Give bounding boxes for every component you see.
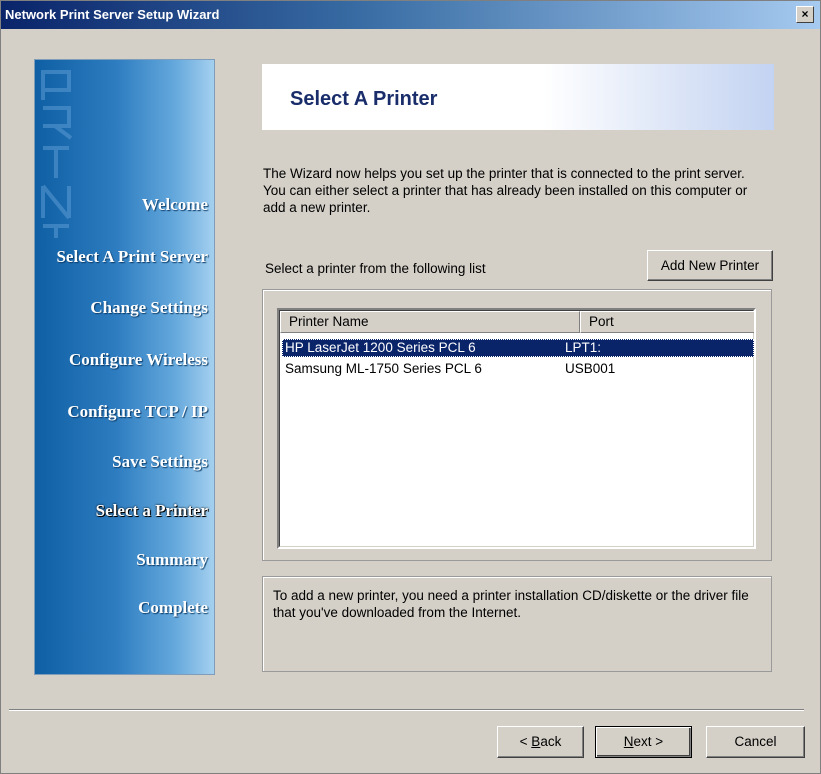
column-port[interactable]: Port xyxy=(580,311,754,333)
step-configure-tcpip: Configure TCP / IP xyxy=(67,402,208,421)
next-label-accesskey: N xyxy=(623,734,634,749)
step-select-printer: Select a Printer xyxy=(95,501,208,520)
printer-list-frame: Printer Name Port HP LaserJet 1200 Serie… xyxy=(279,310,754,547)
page-header: Select A Printer xyxy=(262,64,774,130)
printer-list-header: Printer Name Port xyxy=(280,311,754,333)
printer-name-cell: HP LaserJet 1200 Series PCL 6 xyxy=(285,340,476,355)
next-label-rest: ext > xyxy=(633,734,664,749)
printer-port-cell: USB001 xyxy=(565,361,616,376)
info-text: To add a new printer, you need a printer… xyxy=(273,588,749,620)
close-button[interactable]: × xyxy=(796,6,814,23)
step-change-settings: Change Settings xyxy=(90,298,208,317)
step-summary: Summary xyxy=(136,550,208,569)
page-title: Select A Printer xyxy=(290,88,438,110)
printer-name-cell: Samsung ML-1750 Series PCL 6 xyxy=(285,361,482,376)
step-configure-wireless: Configure Wireless xyxy=(69,350,208,369)
add-new-printer-button[interactable]: Add New Printer xyxy=(647,250,773,281)
next-button[interactable]: Next > xyxy=(595,726,692,758)
printer-list-label: Select a printer from the following list xyxy=(265,261,486,276)
step-select-print-server: Select A Print Server xyxy=(56,247,208,266)
wizard-steps-sidebar: Welcome Select A Print Server Change Set… xyxy=(34,59,215,675)
window-title: Network Print Server Setup Wizard xyxy=(5,7,220,22)
printer-row-samsung[interactable]: Samsung ML-1750 Series PCL 6 USB001 xyxy=(280,360,752,378)
back-label-prefix: < xyxy=(519,734,532,749)
step-complete: Complete xyxy=(138,598,208,617)
description-text: The Wizard now helps you set up the prin… xyxy=(263,166,748,215)
printer-port-cell: LPT1: xyxy=(565,340,602,355)
printer-row-hp[interactable]: HP LaserJet 1200 Series PCL 6 LPT1: xyxy=(282,339,754,357)
close-icon: × xyxy=(801,7,809,21)
back-label-rest: ack xyxy=(540,734,562,749)
step-welcome: Welcome xyxy=(141,195,208,214)
footer-separator xyxy=(9,709,804,711)
wizard-window: Network Print Server Setup Wizard × Welc… xyxy=(0,0,821,774)
back-button[interactable]: < Back xyxy=(497,726,584,758)
title-bar[interactable]: Network Print Server Setup Wizard × xyxy=(1,1,820,29)
step-save-settings: Save Settings xyxy=(112,452,208,471)
cancel-button[interactable]: Cancel xyxy=(706,726,805,758)
printer-list[interactable]: Printer Name Port HP LaserJet 1200 Serie… xyxy=(277,308,756,549)
back-label-accesskey: B xyxy=(531,734,541,749)
print-watermark-icon xyxy=(41,70,73,238)
column-printer-name[interactable]: Printer Name xyxy=(280,311,580,333)
